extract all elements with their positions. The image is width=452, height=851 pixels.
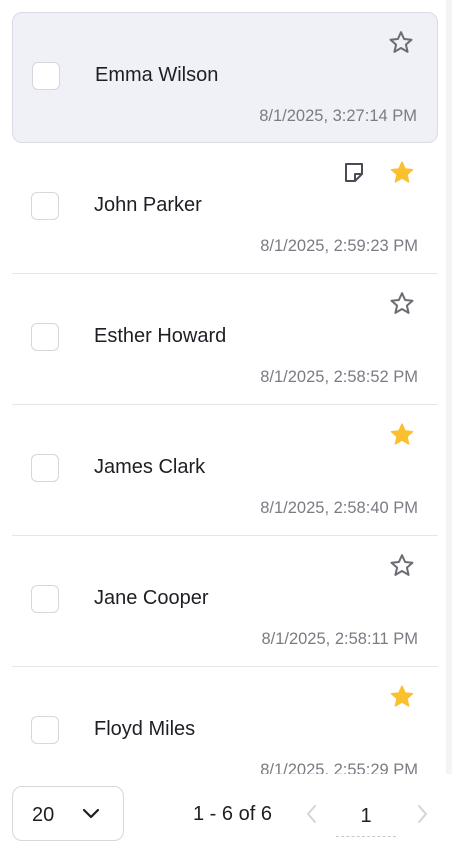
star-icon[interactable] xyxy=(388,421,416,449)
list-item[interactable]: Emma Wilson 8/1/2025, 3:27:14 PM xyxy=(12,12,438,143)
row-checkbox[interactable] xyxy=(31,585,59,613)
timestamp: 8/1/2025, 2:55:29 PM xyxy=(260,761,418,774)
timestamp: 8/1/2025, 2:58:11 PM xyxy=(261,630,418,648)
row-checkbox[interactable] xyxy=(31,192,59,220)
contact-name: John Parker xyxy=(94,194,202,216)
timestamp: 8/1/2025, 2:59:23 PM xyxy=(260,237,418,255)
contact-name: James Clark xyxy=(94,456,206,478)
pagination-range: 1 - 6 of 6 xyxy=(193,803,272,825)
list-item[interactable]: Esther Howard 8/1/2025, 2:58:52 PM xyxy=(12,274,438,405)
list-item[interactable]: Jane Cooper 8/1/2025, 2:58:11 PM xyxy=(12,536,438,667)
list-item[interactable]: John Parker 8/1/2025, 2:59:23 PM xyxy=(12,143,438,274)
pagination-bar: 20 1 - 6 of 6 1 xyxy=(0,774,452,851)
row-checkbox[interactable] xyxy=(31,323,59,351)
chevron-left-icon[interactable] xyxy=(302,802,322,826)
list-item[interactable]: James Clark 8/1/2025, 2:58:40 PM xyxy=(12,405,438,536)
row-checkbox[interactable] xyxy=(31,454,59,482)
chevron-down-icon xyxy=(82,808,100,819)
per-page-select[interactable]: 20 xyxy=(12,786,124,841)
star-icon[interactable] xyxy=(388,683,416,711)
row-checkbox[interactable] xyxy=(32,62,60,90)
contact-name: Esther Howard xyxy=(94,325,227,347)
timestamp: 8/1/2025, 3:27:14 PM xyxy=(259,107,417,125)
timestamp: 8/1/2025, 2:58:40 PM xyxy=(260,499,418,517)
list-item[interactable]: Floyd Miles 8/1/2025, 2:55:29 PM xyxy=(12,667,438,774)
star-icon[interactable] xyxy=(387,29,415,57)
contact-name: Floyd Miles xyxy=(94,718,196,740)
star-icon[interactable] xyxy=(388,552,416,580)
note-icon[interactable] xyxy=(340,159,368,187)
chevron-right-icon[interactable] xyxy=(412,802,432,826)
contact-name: Emma Wilson xyxy=(95,64,219,86)
scrollbar-track[interactable] xyxy=(446,0,452,851)
star-icon[interactable] xyxy=(388,290,416,318)
contact-list: Emma Wilson 8/1/2025, 3:27:14 PM John Pa… xyxy=(12,12,438,774)
row-checkbox[interactable] xyxy=(31,716,59,744)
current-page-input[interactable]: 1 xyxy=(336,796,396,837)
per-page-value: 20 xyxy=(32,804,55,826)
timestamp: 8/1/2025, 2:58:52 PM xyxy=(260,368,418,386)
star-icon[interactable] xyxy=(388,159,416,187)
contact-name: Jane Cooper xyxy=(94,587,209,609)
